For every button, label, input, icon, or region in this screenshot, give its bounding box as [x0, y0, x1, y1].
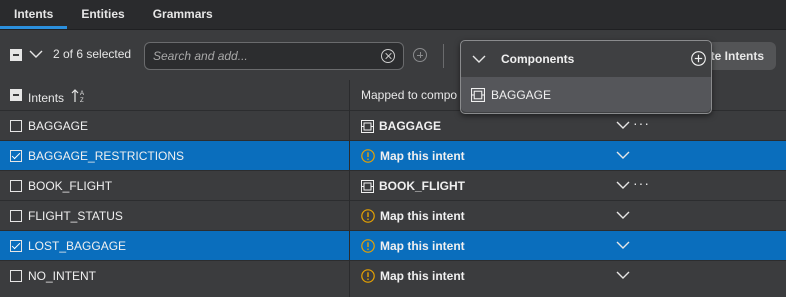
- clear-search-icon[interactable]: [381, 49, 395, 63]
- toolbar-divider: [443, 44, 444, 68]
- mapped-component-label: BOOK_FLIGHT: [379, 179, 465, 193]
- components-dropdown: Components BAGGAGE: [460, 40, 712, 114]
- sort-az-icon[interactable]: A Z: [71, 88, 87, 104]
- tab-bar: Intents Entities Grammars: [0, 0, 786, 30]
- mapped-column-header: Mapped to compo: [361, 88, 458, 102]
- map-intent-label: Map this intent: [380, 149, 465, 163]
- intent-name: BOOK_FLIGHT: [28, 179, 113, 193]
- row-checkbox[interactable]: [10, 270, 22, 282]
- add-intent-icon[interactable]: [413, 48, 427, 62]
- chevron-down-icon[interactable]: [29, 50, 43, 59]
- component-icon: [361, 179, 374, 193]
- add-component-icon[interactable]: [691, 51, 706, 66]
- row-checkbox[interactable]: [10, 150, 22, 162]
- table-row[interactable]: LOST_BAGGAGE Map this intent: [0, 230, 786, 260]
- intent-name: BAGGAGE: [28, 119, 89, 133]
- map-intent-label: Map this intent: [380, 239, 465, 253]
- column-divider[interactable]: [349, 80, 350, 297]
- map-intent-label: Map this intent: [380, 209, 465, 223]
- mapped-component[interactable]: BAGGAGE: [361, 117, 441, 135]
- chevron-down-icon[interactable]: [616, 241, 630, 250]
- map-intent-label: Map this intent: [380, 269, 465, 283]
- header-checkbox[interactable]: [10, 89, 22, 101]
- mapped-component-label: BAGGAGE: [379, 119, 442, 133]
- row-checkbox[interactable]: [10, 180, 22, 192]
- tab-entities[interactable]: Entities: [67, 0, 138, 29]
- chevron-down-icon[interactable]: [616, 181, 630, 190]
- chevron-down-icon[interactable]: [472, 55, 486, 64]
- map-intent-link[interactable]: Map this intent: [361, 147, 465, 165]
- more-icon[interactable]: ···: [633, 175, 650, 191]
- select-all-checkbox[interactable]: [10, 49, 22, 61]
- tab-intents[interactable]: Intents: [0, 0, 68, 29]
- svg-text:A: A: [80, 91, 84, 97]
- row-checkbox[interactable]: [10, 210, 22, 222]
- map-intent-link[interactable]: Map this intent: [361, 237, 465, 255]
- chevron-down-icon[interactable]: [616, 121, 630, 130]
- component-icon: [471, 88, 485, 102]
- selection-count: 2 of 6 selected: [53, 47, 132, 61]
- component-icon: [361, 119, 374, 133]
- table-row[interactable]: NO_INTENT Map this intent: [0, 260, 786, 290]
- intent-name: FLIGHT_STATUS: [28, 209, 123, 223]
- row-checkbox[interactable]: [10, 240, 22, 252]
- intents-column-header[interactable]: Intents: [28, 91, 64, 105]
- search-box: [144, 42, 404, 70]
- svg-text:Z: Z: [80, 98, 84, 104]
- warning-icon: [361, 209, 375, 223]
- more-icon[interactable]: ···: [633, 115, 650, 131]
- search-input[interactable]: [153, 48, 373, 64]
- table-row[interactable]: BOOK_FLIGHT BOOK_FLIGHT ···: [0, 170, 786, 200]
- intent-name: NO_INTENT: [28, 269, 97, 283]
- intent-name: BAGGAGE_RESTRICTIONS: [28, 149, 185, 163]
- table-row[interactable]: FLIGHT_STATUS Map this intent: [0, 200, 786, 230]
- mapped-component[interactable]: BOOK_FLIGHT: [361, 177, 465, 195]
- tab-grammars[interactable]: Grammars: [139, 0, 227, 29]
- component-option-label: BAGGAGE: [491, 88, 552, 102]
- warning-icon: [361, 239, 375, 253]
- row-checkbox[interactable]: [10, 120, 22, 132]
- chevron-down-icon[interactable]: [616, 271, 630, 280]
- intent-name: LOST_BAGGAGE: [28, 239, 127, 253]
- map-intent-link[interactable]: Map this intent: [361, 267, 465, 285]
- warning-icon: [361, 149, 375, 163]
- map-intent-link[interactable]: Map this intent: [361, 207, 465, 225]
- chevron-down-icon[interactable]: [616, 151, 630, 160]
- components-dropdown-title: Components: [501, 52, 575, 66]
- table-row[interactable]: BAGGAGE_RESTRICTIONS Map this intent: [0, 140, 786, 170]
- warning-icon: [361, 269, 375, 283]
- table-row[interactable]: BAGGAGE BAGGAGE ···: [0, 110, 786, 140]
- component-option-baggage[interactable]: BAGGAGE: [461, 77, 711, 112]
- chevron-down-icon[interactable]: [616, 211, 630, 220]
- components-dropdown-header[interactable]: Components: [461, 41, 711, 76]
